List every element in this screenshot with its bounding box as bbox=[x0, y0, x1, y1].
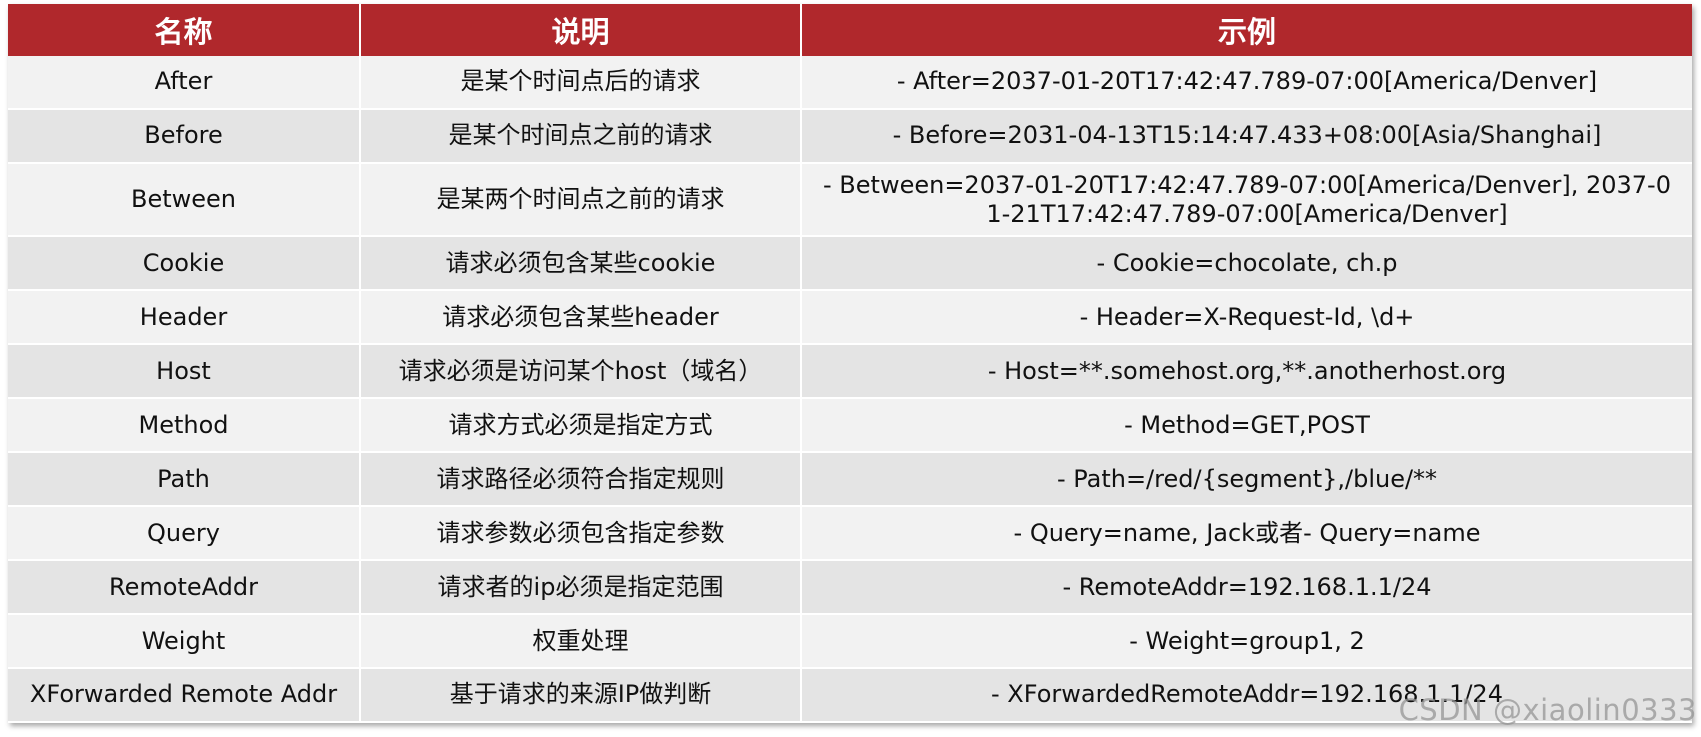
cell-name: Before bbox=[8, 108, 361, 164]
cell-desc: 请求路径必须符合指定规则 bbox=[360, 452, 802, 508]
cell-example: - Cookie=chocolate, ch.p bbox=[801, 236, 1692, 292]
table-row: After 是某个时间点后的请求 - After=2037-01-20T17:4… bbox=[8, 56, 1692, 110]
cell-example: - RemoteAddr=192.168.1.1/24 bbox=[801, 560, 1692, 616]
predicate-table-container: 名称 说明 示例 After 是某个时间点后的请求 - After=2037-0… bbox=[8, 4, 1692, 724]
table-row: Before 是某个时间点之前的请求 - Before=2031-04-13T1… bbox=[8, 108, 1692, 164]
table-row: Query 请求参数必须包含指定参数 - Query=name, Jack或者-… bbox=[8, 506, 1692, 562]
cell-name: XForwarded Remote Addr bbox=[8, 667, 361, 724]
cell-name: Between bbox=[8, 162, 361, 238]
cell-desc: 权重处理 bbox=[360, 614, 802, 669]
header-example: 示例 bbox=[801, 4, 1692, 56]
table-row: RemoteAddr 请求者的ip必须是指定范围 - RemoteAddr=19… bbox=[8, 560, 1692, 616]
cell-desc: 请求参数必须包含指定参数 bbox=[360, 506, 802, 562]
table-row: Between 是某两个时间点之前的请求 - Between=2037-01-2… bbox=[8, 162, 1692, 238]
cell-desc: 是某两个时间点之前的请求 bbox=[360, 162, 802, 238]
cell-name: RemoteAddr bbox=[8, 560, 361, 616]
cell-example: - After=2037-01-20T17:42:47.789-07:00[Am… bbox=[801, 56, 1692, 110]
cell-name: After bbox=[8, 56, 361, 110]
cell-name: Host bbox=[8, 344, 361, 400]
header-description: 说明 bbox=[360, 4, 802, 56]
cell-name: Method bbox=[8, 398, 361, 454]
cell-example: - Method=GET,POST bbox=[801, 398, 1692, 454]
cell-desc: 请求必须包含某些header bbox=[360, 290, 802, 346]
cell-name: Cookie bbox=[8, 236, 361, 292]
cell-example: - Query=name, Jack或者- Query=name bbox=[801, 506, 1692, 562]
cell-example: - Weight=group1, 2 bbox=[801, 614, 1692, 669]
table-row: Cookie 请求必须包含某些cookie - Cookie=chocolate… bbox=[8, 236, 1692, 292]
cell-desc: 请求必须是访问某个host（域名） bbox=[360, 344, 802, 400]
watermark: CSDN @xiaolin0333 bbox=[1398, 693, 1697, 727]
cell-desc: 是某个时间点之前的请求 bbox=[360, 108, 802, 164]
cell-name: Header bbox=[8, 290, 361, 346]
cell-example: - Path=/red/{segment},/blue/** bbox=[801, 452, 1692, 508]
table-row: Path 请求路径必须符合指定规则 - Path=/red/{segment},… bbox=[8, 452, 1692, 508]
cell-example: - Before=2031-04-13T15:14:47.433+08:00[A… bbox=[801, 108, 1692, 164]
cell-name: Path bbox=[8, 452, 361, 508]
cell-example: - Between=2037-01-20T17:42:47.789-07:00[… bbox=[801, 162, 1692, 238]
cell-desc: 请求必须包含某些cookie bbox=[360, 236, 802, 292]
header-name: 名称 bbox=[8, 4, 361, 56]
cell-desc: 是某个时间点后的请求 bbox=[360, 56, 802, 110]
cell-name: Query bbox=[8, 506, 361, 562]
cell-name: Weight bbox=[8, 614, 361, 669]
cell-desc: 请求方式必须是指定方式 bbox=[360, 398, 802, 454]
cell-desc: 基于请求的来源IP做判断 bbox=[360, 667, 802, 724]
cell-example: - Host=**.somehost.org,**.anotherhost.or… bbox=[801, 344, 1692, 400]
table-row: Weight 权重处理 - Weight=group1, 2 bbox=[8, 614, 1692, 669]
table-row: Header 请求必须包含某些header - Header=X-Request… bbox=[8, 290, 1692, 346]
cell-example: - Header=X-Request-Id, \d+ bbox=[801, 290, 1692, 346]
cell-desc: 请求者的ip必须是指定范围 bbox=[360, 560, 802, 616]
table-row: Method 请求方式必须是指定方式 - Method=GET,POST bbox=[8, 398, 1692, 454]
predicate-table: 名称 说明 示例 After 是某个时间点后的请求 - After=2037-0… bbox=[8, 4, 1692, 724]
table-header-row: 名称 说明 示例 bbox=[8, 4, 1692, 56]
table-row: Host 请求必须是访问某个host（域名） - Host=**.somehos… bbox=[8, 344, 1692, 400]
